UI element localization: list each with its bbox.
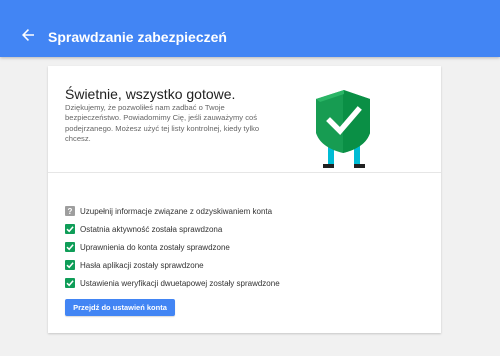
checkup-item-label: Ostatnia aktywność została sprawdzona (80, 224, 223, 234)
account-settings-button[interactable]: Przejdź do ustawień konta (65, 299, 175, 316)
shield-check-icon (316, 90, 370, 168)
arrow-back-icon[interactable] (20, 27, 36, 43)
success-description: Dziękujemy, że pozwoliłeś nam zadbać o T… (65, 103, 260, 144)
checkup-item-app-passwords[interactable]: Hasła aplikacji zostały sprawdzone (65, 256, 425, 274)
checkup-item-label: Uprawnienia do konta zostały sprawdzone (80, 242, 230, 252)
checkup-item-two-step[interactable]: Ustawienia weryfikacji dwuetapowej zosta… (65, 274, 425, 292)
checkbox-checked-icon (65, 278, 75, 288)
checkup-item-recovery[interactable]: ? Uzupełnij informacje związane z odzysk… (65, 202, 425, 220)
success-headline: Świetnie, wszystko gotowe. (65, 86, 236, 102)
top-app-bar: Sprawdzanie zabezpieczeń (0, 0, 500, 57)
help-icon: ? (65, 206, 75, 216)
checkup-item-label: Ustawienia weryfikacji dwuetapowej zosta… (80, 278, 280, 288)
checkup-item-label: Uzupełnij informacje związane z odzyskiw… (80, 206, 273, 216)
card-header: Świetnie, wszystko gotowe. Dziękujemy, ż… (48, 66, 441, 173)
checkbox-checked-icon (65, 260, 75, 270)
checkup-list: ? Uzupełnij informacje związane z odzysk… (65, 202, 425, 292)
checkbox-checked-icon (65, 224, 75, 234)
security-checkup-card: Świetnie, wszystko gotowe. Dziękujemy, ż… (48, 66, 441, 333)
svg-text:?: ? (68, 207, 73, 216)
checkup-item-permissions[interactable]: Uprawnienia do konta zostały sprawdzone (65, 238, 425, 256)
checkup-item-activity[interactable]: Ostatnia aktywność została sprawdzona (65, 220, 425, 238)
checkbox-checked-icon (65, 242, 75, 252)
checkup-item-label: Hasła aplikacji zostały sprawdzone (80, 260, 204, 270)
page-title: Sprawdzanie zabezpieczeń (48, 29, 227, 45)
